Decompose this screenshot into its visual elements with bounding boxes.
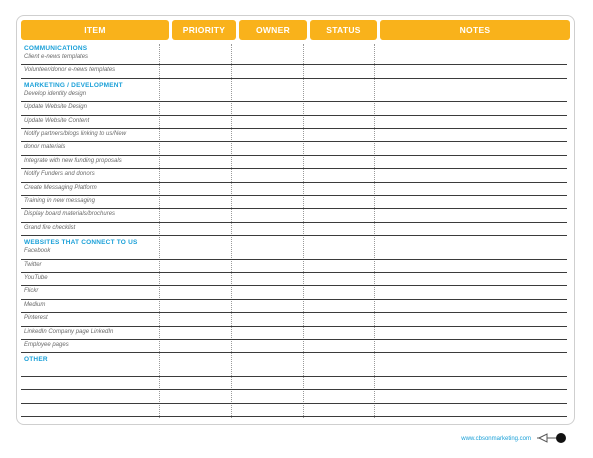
- checklist-body: COMMUNICATIONS Client e-news templates Vol…: [17, 40, 574, 424]
- table-header: ITEM PRIORITY OWNER STATUS NOTES: [21, 20, 570, 40]
- list-item: Pinterest: [24, 315, 48, 322]
- list-item: Client e-news templates: [24, 54, 89, 60]
- list-item: Notify Funders and donors: [24, 171, 95, 178]
- table-row[interactable]: [21, 258, 567, 260]
- list-item: Twitter: [24, 261, 42, 268]
- table-row[interactable]: [21, 221, 567, 223]
- table-row[interactable]: [21, 285, 567, 287]
- table-row[interactable]: [21, 77, 567, 79]
- table-row[interactable]: [21, 181, 567, 183]
- list-item: Medium: [24, 301, 46, 308]
- section-title: WEBSITES THAT CONNECT TO US: [24, 239, 138, 247]
- header-item: ITEM: [21, 20, 169, 40]
- table-row[interactable]: [21, 416, 567, 417]
- list-item: Update Website Content: [24, 117, 90, 124]
- table-row[interactable]: [21, 312, 567, 314]
- table-row[interactable]: [21, 298, 567, 300]
- table-row[interactable]: [21, 195, 567, 196]
- list-item: Flickr: [24, 288, 39, 295]
- list-item: Develop identity design: [24, 90, 87, 97]
- section-title: OTHER: [24, 356, 48, 364]
- list-item: LinkedIn Company page LinkedIn: [24, 328, 114, 335]
- list-item: Create Messaging Platform: [24, 184, 97, 191]
- table-row[interactable]: [21, 128, 567, 129]
- table-row[interactable]: [21, 64, 567, 66]
- list-item: Update Website Design: [24, 104, 87, 111]
- list-item: Integrate with new funding proposals: [24, 157, 122, 164]
- table-row[interactable]: [21, 375, 567, 377]
- header-notes: NOTES: [380, 20, 570, 40]
- footer-website-link[interactable]: www.cbsonmarketing.com: [461, 436, 531, 442]
- table-row[interactable]: [21, 208, 567, 210]
- list-item: Employee pages: [24, 342, 69, 348]
- list-item: Volunteer/donor e-news templates: [24, 67, 116, 74]
- list-item: donor materials: [24, 144, 66, 151]
- section-title: COMMUNICATIONS: [24, 45, 88, 52]
- table-row[interactable]: [21, 272, 567, 273]
- table-row[interactable]: [21, 235, 567, 237]
- list-item: Training in new messaging: [24, 198, 95, 204]
- table-row[interactable]: [21, 101, 567, 103]
- table-row[interactable]: [21, 141, 567, 143]
- list-item: Display board materials/brochures: [24, 211, 116, 218]
- header-owner: OWNER: [239, 20, 307, 40]
- header-priority: PRIORITY: [172, 20, 236, 40]
- header-status: STATUS: [310, 20, 377, 40]
- table-row[interactable]: [21, 168, 567, 170]
- megaphone-icon: [537, 433, 566, 443]
- table-row[interactable]: [21, 402, 567, 404]
- table-row[interactable]: [21, 325, 567, 327]
- list-item: Grand fire checklist: [24, 224, 76, 231]
- section-title: MARKETING / DEVELOPMENT: [24, 81, 123, 89]
- table-row[interactable]: [21, 352, 567, 354]
- list-item: Facebook: [24, 248, 51, 255]
- list-item: Notify partners/blogs linking to us/New: [24, 131, 127, 137]
- table-row[interactable]: [21, 389, 567, 391]
- checklist-card: ITEM PRIORITY OWNER STATUS NOTES COMMUNI…: [16, 15, 575, 425]
- list-item: YouTube: [24, 275, 48, 281]
- table-row[interactable]: [21, 114, 567, 116]
- table-row[interactable]: [21, 154, 567, 156]
- table-row[interactable]: [21, 339, 567, 340]
